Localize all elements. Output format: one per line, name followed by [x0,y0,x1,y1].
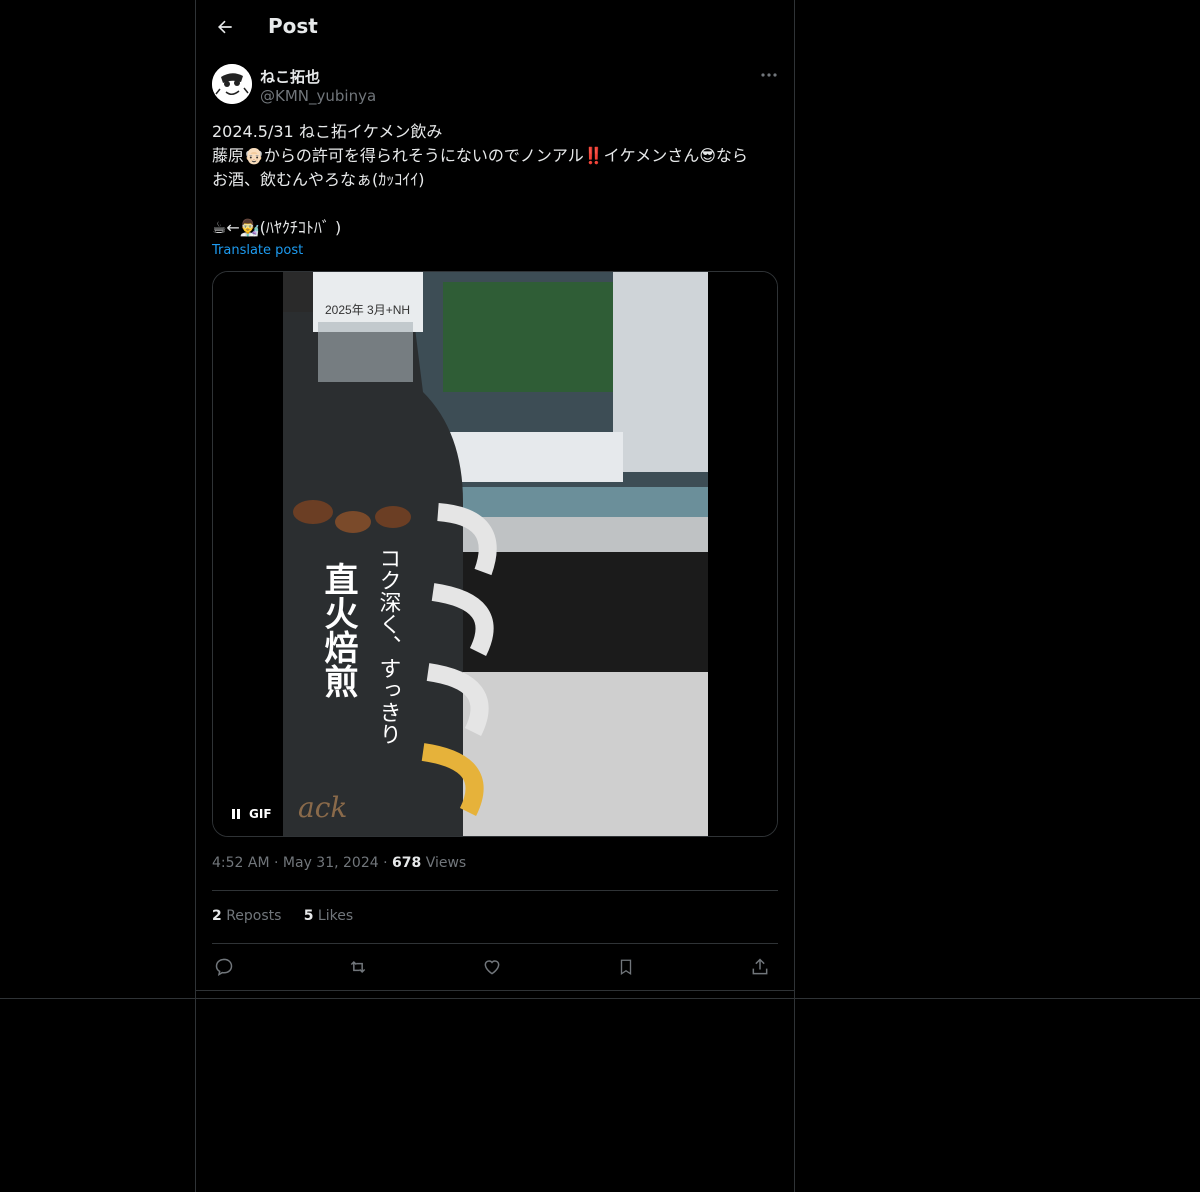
more-options-button[interactable] [758,64,780,86]
reposts-count: 2 [212,908,222,924]
share-icon [752,958,768,975]
media-gif[interactable]: 2025年 3月+NH コク深く、すっきり 直火焙煎 ack GIF [212,271,778,837]
avatar[interactable] [212,64,252,104]
main-column: Post ねこ拓也 @KMN_yubinya 2024.5/31 ねこ拓イケメン… [195,0,795,1192]
pause-icon [232,809,240,819]
likes-stat[interactable]: 5 Likes [304,908,353,924]
likes-label: Likes [317,908,354,924]
translate-post-link[interactable]: Translate post [212,243,303,258]
author-handle[interactable]: @KMN_yubinya [260,87,376,105]
action-bar [212,955,778,979]
post-text: 2024.5/31 ねこ拓イケメン飲み 藤原👴🏻からの許可を得られそうにないので… [212,120,778,240]
divider [212,890,778,891]
post-line [212,192,778,216]
reposts-stat[interactable]: 2 Reposts [212,908,281,924]
back-button[interactable] [210,12,240,42]
reposts-label: Reposts [226,908,282,924]
post-line: お酒、飲むんやろなぁ(ｶｯｺｲｲ) [212,170,425,189]
post-line: 2024.5/31 ねこ拓イケメン飲み [212,122,443,141]
bottle-brand-text: ack [298,791,347,824]
gif-frame: 2025年 3月+NH コク深く、すっきり 直火焙煎 ack [213,272,777,836]
gif-badge[interactable]: GIF [225,803,278,825]
arrow-left-icon [218,20,232,34]
bookmark-icon [620,959,632,976]
repost-icon [350,960,366,974]
views-label: Views [425,855,467,871]
post-line: 藤原👴🏻からの許可を得られそうにないのでノンアル‼️イケメンさん😎なら [212,146,748,165]
heart-icon [484,960,500,975]
gif-label: GIF [249,807,272,821]
page-title: Post [268,14,318,38]
views-count: 678 [392,855,422,871]
bottle-tagline-text: コク深く、すっきり [376,547,402,745]
divider [196,990,794,991]
meta-separator: · [274,855,279,871]
more-icon [761,73,777,77]
post-date[interactable]: May 31, 2024 [283,855,379,871]
author-display-name[interactable]: ねこ拓也 [260,66,320,87]
post-line: ☕←👨‍🔬(ﾊﾔｸﾁｺﾄﾊﾞ ) [212,218,342,237]
reply-button[interactable] [212,955,236,979]
like-button[interactable] [480,955,504,979]
post-time[interactable]: 4:52 AM [212,855,270,871]
avatar-image [212,64,252,104]
divider [212,943,778,944]
bottle-date-text: 2025年 3月+NH [325,303,410,317]
post-stats: 2 Reposts 5 Likes [212,908,353,924]
repost-button[interactable] [346,955,370,979]
bookmark-button[interactable] [614,955,638,979]
likes-count: 5 [303,908,314,924]
bottle-main-text: 直火焙煎 [318,562,358,699]
share-button[interactable] [748,955,772,979]
header: Post [196,0,794,54]
reply-icon [215,958,233,976]
meta-separator: · [383,855,388,871]
post-meta: 4:52 AM · May 31, 2024 · 678 Views [212,855,466,871]
